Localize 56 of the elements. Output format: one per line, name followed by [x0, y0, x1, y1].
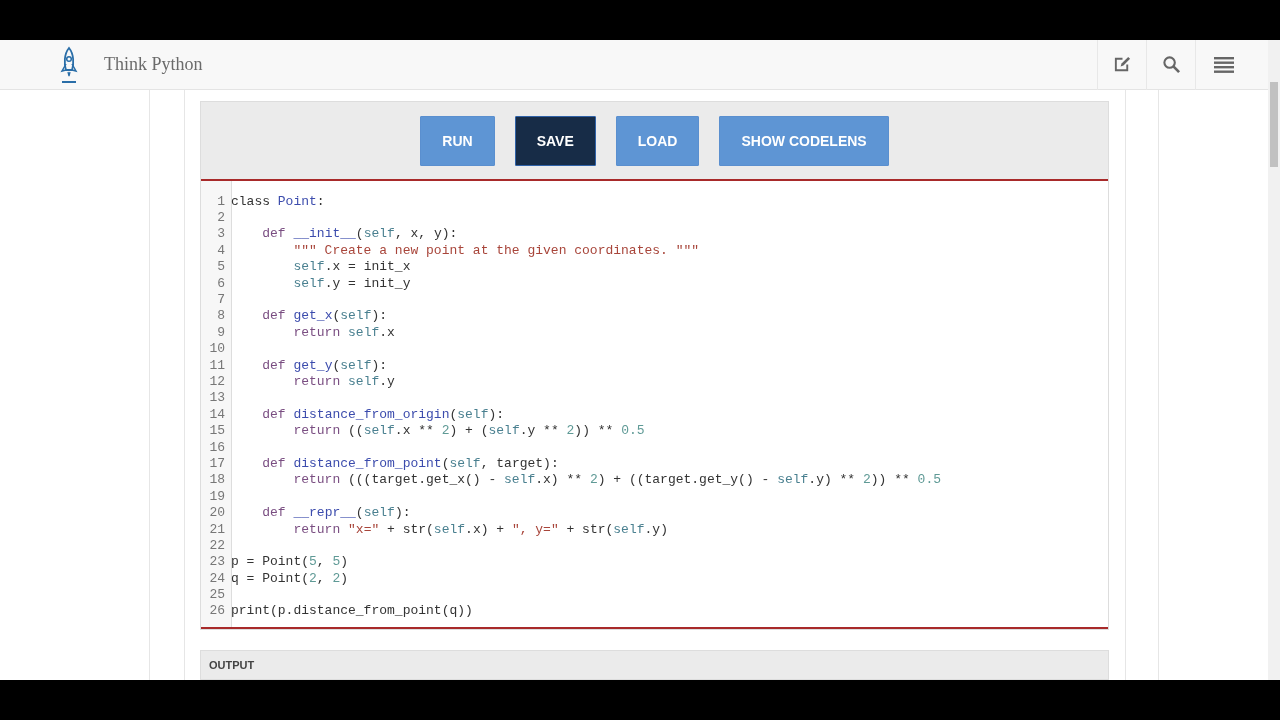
code-line: def distance_from_origin(self):: [261, 406, 505, 422]
code-line: return self.x: [292, 324, 395, 340]
line-number: 14: [208, 406, 226, 422]
toolbar-button[interactable]: RUN: [420, 116, 495, 166]
code-line: p = Point(5, 5): [231, 554, 349, 570]
code-line: return self.y: [292, 374, 395, 389]
line-number: 20: [208, 505, 226, 521]
line-number: 16: [208, 439, 226, 455]
line-number: 1: [216, 193, 226, 209]
edit-icon[interactable]: [1112, 55, 1132, 74]
scrollbar[interactable]: [1268, 40, 1280, 680]
line-number: 22: [208, 537, 226, 553]
code-line: return "x=" + str(self.x) + ", y=" + str(self.y): [292, 521, 668, 537]
line-number: 24: [208, 570, 226, 586]
code-line: return (((target.get_x() - self.x) ** 2) + ((target.get_y() - self.y) ** 2)) ** 0.5: [292, 472, 941, 488]
line-number: 15: [208, 423, 226, 439]
output-heading: OUTPUT: [209, 659, 255, 672]
code-line: def __repr__(self):: [261, 505, 411, 521]
line-number: 13: [208, 390, 226, 406]
line-number: 19: [208, 488, 226, 504]
search-icon[interactable]: [1161, 55, 1181, 74]
code-area[interactable]: [201, 181, 1108, 630]
toolbar-button[interactable]: LOAD: [615, 116, 700, 166]
line-number: 25: [208, 587, 226, 603]
code-line: return ((self.x ** 2) + (self.y ** 2)) ** 0.5: [292, 423, 645, 439]
code-line: self.y = init_y: [292, 275, 411, 291]
line-number: 7: [216, 292, 226, 308]
line-number: 6: [216, 275, 226, 291]
toolbar-button[interactable]: SHOW CODELENS: [719, 116, 889, 166]
line-number: 5: [216, 259, 226, 275]
line-number: 18: [208, 472, 226, 488]
code-line: """ Create a new point at the given coordinates. """: [292, 242, 700, 258]
code-line: print(p.distance_from_point(q)): [231, 603, 473, 619]
code-line: def get_x(self):: [261, 308, 388, 324]
line-number: 21: [208, 521, 226, 537]
code-line: def __init__(self, x, y):: [261, 226, 458, 242]
line-number: 2: [216, 210, 226, 226]
line-number: 3: [216, 226, 226, 242]
line-number: 9: [216, 324, 226, 340]
line-number: 11: [208, 357, 226, 373]
line-number: 10: [208, 341, 226, 357]
code-line: def get_y(self):: [261, 357, 388, 373]
line-number: 23: [208, 554, 226, 570]
code-line: self.x = init_x: [292, 259, 411, 275]
line-number: 4: [216, 242, 226, 258]
toolbar-button[interactable]: SAVE: [514, 116, 596, 166]
line-number: 12: [208, 374, 226, 389]
line-number: 8: [216, 308, 226, 324]
code-line: class Point:: [231, 193, 325, 209]
rocket-icon[interactable]: [59, 45, 79, 86]
code-line: q = Point(2, 2): [231, 570, 349, 586]
line-number: 26: [208, 603, 226, 619]
code-line: def distance_from_point(self, target):: [261, 455, 559, 471]
line-number: 17: [208, 455, 226, 471]
menu-icon[interactable]: [1214, 55, 1234, 74]
site-title[interactable]: Think Python: [104, 54, 203, 75]
